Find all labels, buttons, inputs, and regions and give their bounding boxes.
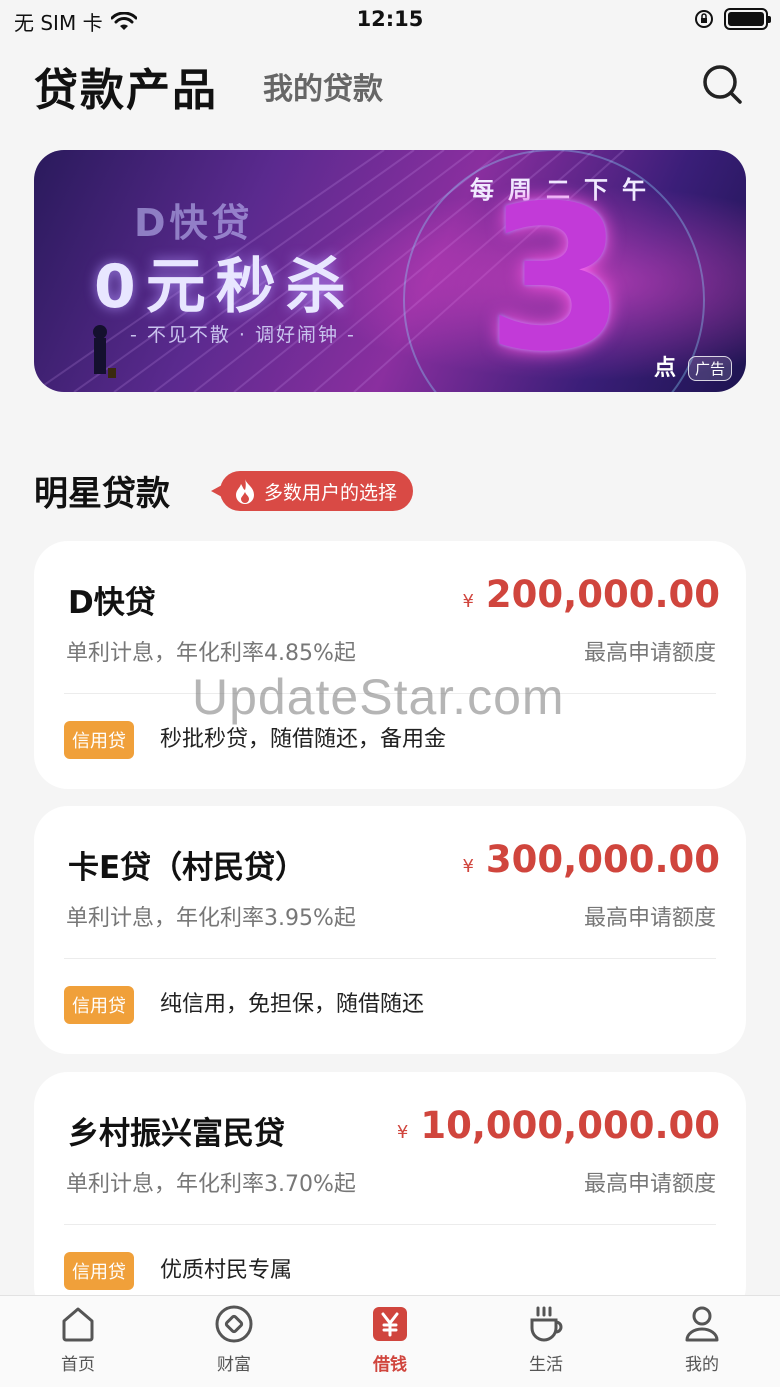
flame-icon: [236, 479, 254, 504]
banner-tagline: - 不见不散 · 调好闹钟 -: [130, 324, 356, 346]
loan-rate: 单利计息，年化利率3.70%起: [66, 1172, 356, 1197]
bottom-tab-bar: 首页 财富 借钱 生活 我的: [0, 1295, 780, 1387]
currency-symbol: ¥: [396, 1122, 409, 1143]
yen-icon: [373, 1307, 407, 1341]
loan-description: 优质村民专属: [160, 1258, 293, 1283]
loan-amount-value: 200,000.00: [485, 573, 720, 616]
status-right: [694, 8, 771, 30]
loan-amount: ¥ 200,000.00: [462, 573, 720, 616]
loan-amount: ¥ 10,000,000.00: [397, 1104, 720, 1147]
loan-rate: 单利计息，年化利率4.85%起: [66, 641, 356, 666]
clock: 12:15: [356, 7, 424, 31]
ad-label: 广告: [688, 356, 733, 381]
tab-label: 借钱: [373, 1355, 407, 1375]
wealth-icon: [215, 1305, 253, 1343]
loan-limit-label: 最高申请额度: [583, 906, 716, 931]
loan-card[interactable]: 卡E贷（村民贷） ¥ 300,000.00 单利计息，年化利率3.95%起 最高…: [34, 806, 746, 1054]
loan-amount: ¥ 300,000.00: [462, 838, 720, 881]
tab-label: 生活: [529, 1355, 563, 1375]
loan-name: 卡E贷（村民贷）: [68, 850, 307, 886]
tab-loan-products[interactable]: 贷款产品: [34, 54, 218, 118]
loan-name: 乡村振兴富民贷: [68, 1116, 285, 1152]
divider: [64, 958, 716, 959]
tab-mine[interactable]: 我的: [652, 1304, 752, 1384]
currency-symbol: ¥: [462, 591, 474, 612]
loan-description: 纯信用，免担保，随借随还: [160, 992, 425, 1017]
loan-card[interactable]: D快贷 ¥ 200,000.00 单利计息，年化利率4.85%起 最高申请额度 …: [34, 541, 746, 789]
banner-time-suffix: 点: [654, 356, 677, 381]
promo-banner[interactable]: D快贷 0元秒杀 - 不见不散 · 调好闹钟 - 每周二下午 3 点 广告: [34, 150, 746, 392]
tab-label: 首页: [61, 1355, 95, 1375]
loan-name: D快贷: [68, 585, 156, 621]
tab-life[interactable]: 生活: [496, 1304, 596, 1384]
profile-icon: [685, 1306, 719, 1342]
tab-home[interactable]: 首页: [28, 1304, 128, 1384]
loan-limit-label: 最高申请额度: [583, 641, 716, 666]
loan-rate: 单利计息，年化利率3.95%起: [66, 906, 356, 931]
loan-type-tag: 信用贷: [64, 721, 134, 759]
tab-label: 财富: [217, 1355, 251, 1375]
divider: [64, 1224, 716, 1225]
banner-time-digit: 3: [486, 163, 626, 392]
tab-wealth[interactable]: 财富: [184, 1304, 284, 1384]
status-bar: 无 SIM 卡 12:15: [0, 0, 780, 40]
loan-amount-value: 300,000.00: [485, 838, 720, 881]
loan-amount-value: 10,000,000.00: [420, 1104, 720, 1147]
coffee-icon: [530, 1306, 563, 1342]
loan-limit-label: 最高申请额度: [583, 1172, 716, 1197]
popular-badge: 多数用户的选择: [210, 471, 414, 511]
banner-main-text: 0元秒杀: [94, 252, 356, 322]
currency-symbol: ¥: [462, 856, 474, 877]
orientation-lock-icon: [695, 10, 713, 28]
loan-card[interactable]: 乡村振兴富民贷 ¥ 10,000,000.00 单利计息，年化利率3.70%起 …: [34, 1072, 746, 1320]
watermark: UpdateStar.com: [192, 669, 565, 725]
home-icon: [62, 1307, 94, 1342]
section-title: 明星贷款: [34, 474, 170, 514]
page-header: 贷款产品 我的贷款: [0, 48, 780, 118]
loan-type-tag: 信用贷: [64, 1252, 134, 1290]
tab-borrow[interactable]: 借钱: [340, 1304, 440, 1384]
loan-type-tag: 信用贷: [64, 986, 134, 1024]
tab-label: 我的: [685, 1355, 719, 1375]
search-icon[interactable]: [700, 62, 744, 106]
battery-icon: [724, 8, 771, 30]
tab-my-loans[interactable]: 我的贷款: [263, 64, 383, 108]
popular-badge-label: 多数用户的选择: [264, 481, 398, 504]
